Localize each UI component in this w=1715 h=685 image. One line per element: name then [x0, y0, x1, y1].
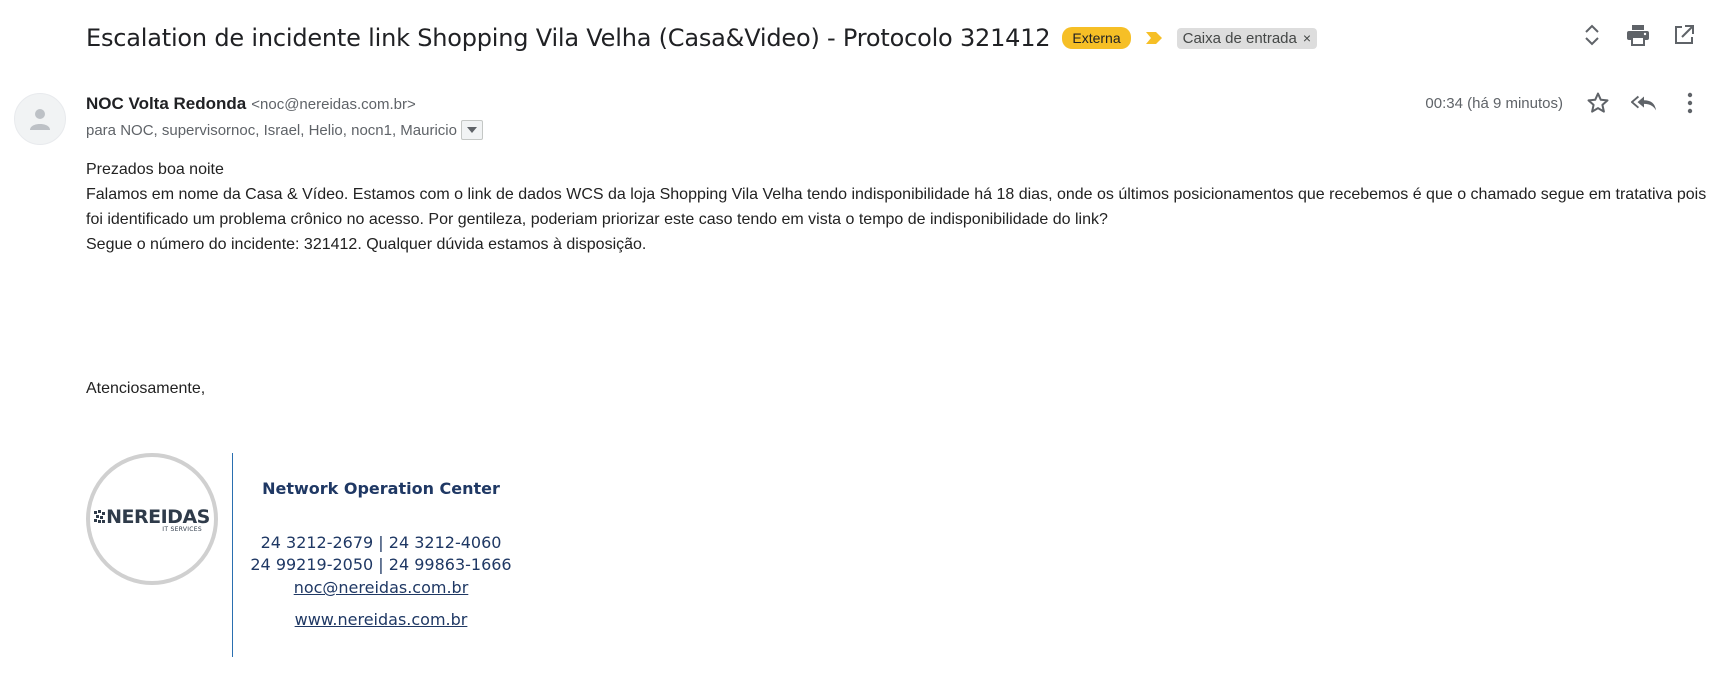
reply-all-icon[interactable]: [1631, 90, 1657, 116]
message-meta: 00:34 (há 9 minutos): [1425, 90, 1703, 116]
sender-row: NOC Volta Redonda <noc@nereidas.com.br>: [86, 94, 416, 114]
recipients-row: para NOC, supervisornoc, Israel, Helio, …: [86, 120, 483, 140]
top-toolbar: [1579, 22, 1697, 48]
body-paragraph-2: Segue o número do incidente: 321412. Qua…: [86, 236, 647, 253]
body-paragraph-1: Falamos em nome da Casa & Vídeo. Estamos…: [86, 186, 1707, 228]
signature-phones-line-2: 24 99219-2050 | 24 99863-1666: [250, 555, 512, 574]
email-subject: Escalation de incidente link Shopping Vi…: [86, 24, 1051, 52]
signature-divider: [232, 453, 233, 657]
message-body: Prezados boa noite Falamos em nome da Ca…: [86, 157, 1709, 257]
external-tag: Externa: [1062, 27, 1131, 49]
star-icon[interactable]: [1585, 90, 1611, 116]
sender-email: <noc@nereidas.com.br>: [251, 96, 416, 113]
message-timestamp: 00:34 (há 9 minutos): [1425, 94, 1563, 112]
signature-email-link[interactable]: noc@nereidas.com.br: [246, 578, 516, 597]
signature-website-link[interactable]: www.nereidas.com.br: [246, 610, 516, 629]
nereidas-logo: NEREIDAS IT SERVICES: [86, 453, 218, 585]
body-closing: Atenciosamente,: [86, 380, 206, 397]
email-subject-row: Escalation de incidente link Shopping Vi…: [86, 18, 1695, 58]
signature-title: Network Operation Center: [262, 479, 500, 498]
expand-collapse-icon[interactable]: [1579, 22, 1605, 48]
remove-label-icon[interactable]: ×: [1303, 30, 1311, 46]
sender-avatar[interactable]: [14, 93, 66, 145]
chevron-down-icon: [467, 127, 477, 133]
default-avatar-icon: [30, 109, 50, 130]
print-icon[interactable]: [1625, 22, 1651, 48]
body-greeting: Prezados boa noite: [86, 161, 224, 178]
logo-wordmark: NEREIDAS: [94, 506, 210, 528]
email-signature: NEREIDAS IT SERVICES Network Operation C…: [86, 453, 566, 659]
open-in-new-window-icon[interactable]: [1671, 22, 1697, 48]
logo-text: NEREIDAS: [106, 505, 210, 528]
signature-phones-line-1: 24 3212-2679 | 24 3212-4060: [260, 533, 502, 552]
recipients-details-button[interactable]: [461, 120, 483, 140]
recipients-list: para NOC, supervisornoc, Israel, Helio, …: [86, 121, 457, 139]
logo-mark-icon: [94, 509, 106, 523]
importance-marker-icon[interactable]: [1145, 31, 1163, 45]
label-inbox[interactable]: Caixa de entrada ×: [1176, 27, 1318, 49]
sender-name[interactable]: NOC Volta Redonda: [86, 94, 246, 114]
more-vertical-icon[interactable]: [1677, 90, 1703, 116]
label-inbox-text: Caixa de entrada: [1182, 29, 1297, 47]
logo-subtext: IT SERVICES: [162, 525, 202, 533]
